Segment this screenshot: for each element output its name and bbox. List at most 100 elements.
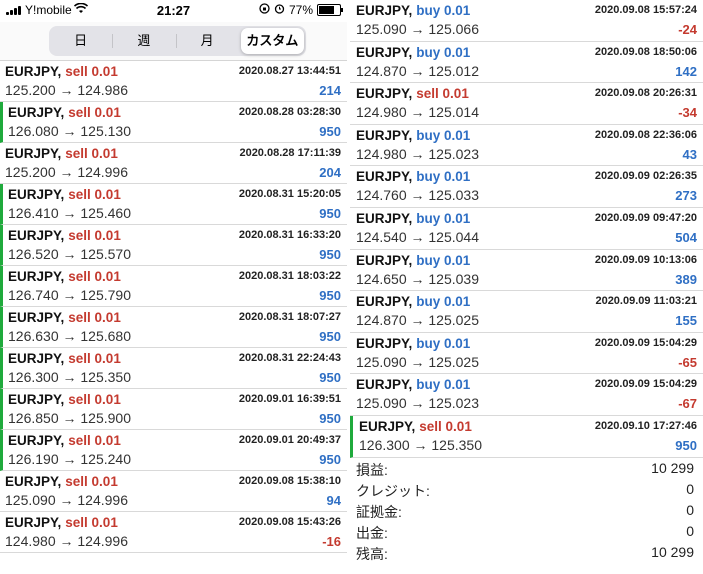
trade-side-label: buy 0.01 — [416, 127, 471, 143]
trade-side-label: sell 0.01 — [416, 86, 469, 102]
trade-row[interactable]: EURJPY, sell 0.01 2020.09.08 15:43:26 124.9… — [0, 512, 347, 553]
trade-row[interactable]: EURJPY, buy 0.01 2020.09.08 22:36:06 124.98… — [350, 125, 703, 167]
trade-datetime: 2020.08.31 18:03:22 — [238, 270, 341, 282]
trade-row[interactable]: EURJPY, sell 0.01 2020.08.31 15:20:05 126.4… — [0, 184, 347, 225]
trade-profit: 950 — [319, 370, 341, 385]
summary-label: 出金: — [356, 525, 388, 541]
trade-side-label: buy 0.01 — [416, 210, 471, 226]
trade-side-label: buy 0.01 — [416, 335, 471, 351]
trade-profit: -24 — [678, 22, 697, 37]
trade-profit: 155 — [675, 313, 697, 329]
symbol-label: EURJPY, — [356, 377, 413, 393]
right-screenshot: EURJPY, buy 0.01 2020.09.08 15:57:24 125.09… — [350, 0, 703, 574]
trade-symbol: EURJPY, buy 0.01 — [356, 211, 470, 226]
symbol-label: EURJPY, — [5, 515, 62, 530]
trade-prices: 126.410 → 125.460 — [8, 205, 131, 221]
trade-symbol: EURJPY, sell 0.01 — [8, 105, 121, 120]
trade-symbol: EURJPY, sell 0.01 — [8, 310, 121, 325]
trade-side-label: sell 0.01 — [65, 64, 118, 79]
trade-side-label: buy 0.01 — [416, 44, 471, 60]
trade-row[interactable]: EURJPY, sell 0.01 2020.08.27 13:44:51 125.2… — [0, 61, 347, 102]
trade-row[interactable]: EURJPY, sell 0.01 2020.09.01 16:39:51 126.8… — [0, 389, 347, 430]
trade-row[interactable]: EURJPY, buy 0.01 2020.09.08 18:50:06 124.87… — [350, 42, 703, 84]
trade-profit: -34 — [678, 105, 697, 121]
trade-prices: 124.650 → 125.039 — [356, 270, 479, 287]
trade-prices: 125.090 → 124.996 — [5, 492, 128, 508]
summary-row-profit: 損益: 10 299 — [350, 458, 703, 479]
symbol-label: EURJPY, — [359, 418, 416, 434]
trade-row[interactable]: EURJPY, sell 0.01 2020.09.01 20:49:37 126.1… — [0, 430, 347, 471]
trade-row[interactable]: EURJPY, sell 0.01 2020.08.31 18:03:22 126.7… — [0, 266, 347, 307]
symbol-label: EURJPY, — [356, 3, 413, 18]
trade-side-label: sell 0.01 — [68, 228, 121, 243]
left-screenshot: Y!mobile 21:27 77% 日 週 月 カスタム EURJPY, sel… — [0, 0, 347, 574]
trade-symbol: EURJPY, sell 0.01 — [8, 187, 121, 202]
tab-month[interactable]: 月 — [175, 26, 239, 56]
symbol-label: EURJPY, — [356, 86, 413, 102]
summary-row-credit: クレジット: 0 — [350, 479, 703, 500]
trade-row[interactable]: EURJPY, buy 0.01 2020.09.09 11:03:21 124.87… — [350, 291, 703, 333]
trade-symbol: EURJPY, sell 0.01 — [5, 474, 118, 489]
summary-row-balance: 残高: 10 299 — [350, 542, 703, 563]
trade-profit: 214 — [319, 83, 341, 98]
trade-row[interactable]: EURJPY, buy 0.01 2020.09.09 10:13:06 124.65… — [350, 250, 703, 292]
trade-profit: -16 — [322, 534, 341, 549]
trade-side-label: sell 0.01 — [68, 433, 121, 448]
trade-row[interactable]: EURJPY, sell 0.01 2020.08.28 17:11:39 125.2… — [0, 143, 347, 184]
trade-row[interactable]: EURJPY, buy 0.01 2020.09.09 09:47:20 124.54… — [350, 208, 703, 250]
tab-week[interactable]: 週 — [112, 26, 175, 56]
trade-profit: 950 — [319, 329, 341, 344]
trade-symbol: EURJPY, sell 0.01 — [8, 228, 121, 243]
trade-datetime: 2020.09.08 18:50:06 — [594, 45, 697, 58]
trade-prices: 126.850 → 125.900 — [8, 410, 131, 426]
trade-row[interactable]: EURJPY, sell 0.01 2020.08.28 03:28:30 126.0… — [0, 102, 347, 143]
trade-datetime: 2020.09.09 11:03:21 — [595, 295, 697, 308]
trade-profit: 504 — [675, 229, 697, 245]
trade-prices: 125.200 → 124.986 — [5, 82, 128, 98]
trade-row[interactable]: EURJPY, sell 0.01 2020.09.10 17:27:46 126.3… — [350, 415, 703, 458]
trade-profit: 950 — [675, 437, 697, 453]
trade-row[interactable]: EURJPY, sell 0.01 2020.09.08 20:26:31 124.9… — [350, 83, 703, 125]
symbol-label: EURJPY, — [8, 433, 65, 448]
summary-value: 0 — [686, 523, 694, 539]
trade-profit: 950 — [319, 452, 341, 467]
trade-symbol: EURJPY, sell 0.01 — [8, 269, 121, 284]
trade-side-label: sell 0.01 — [68, 310, 121, 325]
battery-icon — [317, 4, 343, 16]
trade-symbol: EURJPY, buy 0.01 — [356, 253, 470, 268]
trade-symbol: EURJPY, sell 0.01 — [5, 146, 118, 161]
trade-row[interactable]: EURJPY, buy 0.01 2020.09.08 15:57:24 125.09… — [350, 0, 703, 42]
symbol-label: EURJPY, — [356, 44, 413, 60]
trade-side-label: sell 0.01 — [65, 474, 118, 489]
trade-row[interactable]: EURJPY, sell 0.01 2020.08.31 16:33:20 126.5… — [0, 225, 347, 266]
symbol-label: EURJPY, — [8, 269, 65, 284]
summary-label: クレジット: — [356, 483, 430, 499]
trade-profit: -65 — [678, 354, 697, 370]
trade-datetime: 2020.09.01 20:49:37 — [238, 434, 341, 446]
trade-symbol: EURJPY, buy 0.01 — [356, 336, 470, 351]
trade-row[interactable]: EURJPY, buy 0.01 2020.09.09 02:26:35 124.76… — [350, 166, 703, 208]
tab-day[interactable]: 日 — [49, 26, 112, 56]
trade-symbol: EURJPY, sell 0.01 — [356, 86, 469, 101]
trade-symbol: EURJPY, buy 0.01 — [356, 3, 470, 18]
period-segmented-control: 日 週 月 カスタム — [49, 26, 306, 56]
trade-datetime: 2020.09.08 20:26:31 — [594, 87, 697, 100]
trade-prices: 124.980 → 124.996 — [5, 533, 128, 549]
trade-row[interactable]: EURJPY, sell 0.01 2020.08.31 22:24:43 126.3… — [0, 348, 347, 389]
trade-datetime: 2020.08.27 13:44:51 — [238, 65, 341, 77]
trade-profit: 389 — [675, 271, 697, 287]
trade-row[interactable]: EURJPY, buy 0.01 2020.09.09 15:04:29 125.09… — [350, 374, 703, 416]
tab-custom[interactable]: カスタム — [240, 28, 304, 54]
trade-row[interactable]: EURJPY, sell 0.01 2020.08.31 18:07:27 126.6… — [0, 307, 347, 348]
trade-datetime: 2020.09.09 09:47:20 — [594, 211, 697, 224]
trade-row[interactable]: EURJPY, sell 0.01 2020.09.08 15:38:10 125.0… — [0, 471, 347, 512]
trade-prices: 126.630 → 125.680 — [8, 328, 131, 344]
symbol-label: EURJPY, — [5, 64, 62, 79]
status-bar: Y!mobile 21:27 77% — [0, 0, 347, 22]
symbol-label: EURJPY, — [356, 210, 413, 226]
trade-prices: 124.760 → 125.033 — [356, 187, 479, 204]
trade-row[interactable]: EURJPY, buy 0.01 2020.09.09 15:04:29 125.09… — [350, 333, 703, 375]
trade-datetime: 2020.09.09 15:04:29 — [594, 378, 697, 391]
summary-value: 0 — [686, 481, 694, 497]
trade-symbol: EURJPY, buy 0.01 — [356, 294, 470, 309]
